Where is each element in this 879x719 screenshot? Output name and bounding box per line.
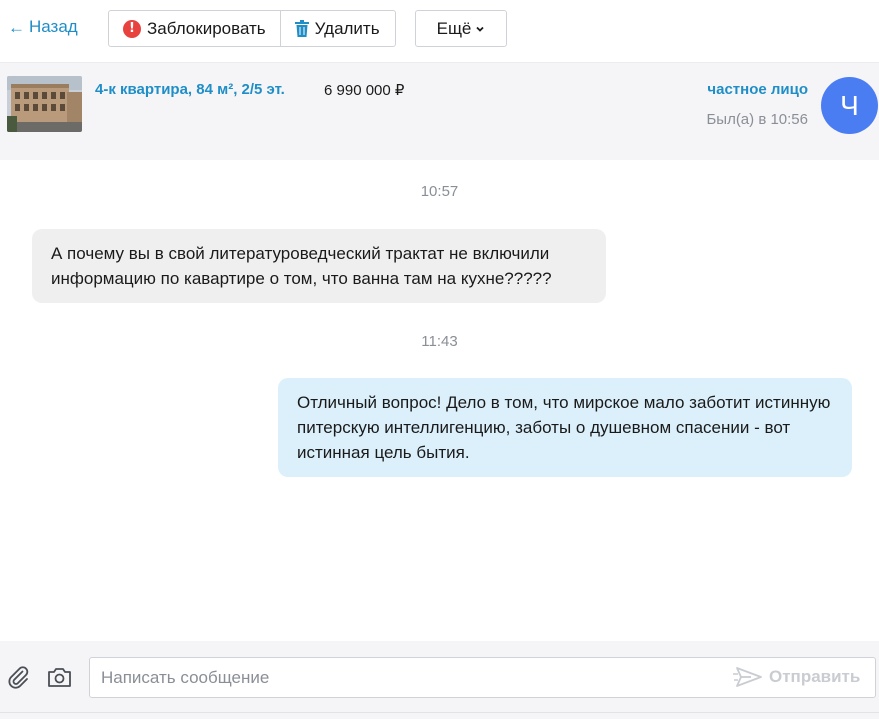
- send-button[interactable]: Отправить: [733, 666, 860, 688]
- send-icon: [733, 667, 762, 687]
- arrow-left-icon: ←: [8, 17, 25, 37]
- outgoing-message: Отличный вопрос! Дело в том, что мирское…: [278, 378, 852, 477]
- action-button-group: ! Заблокировать Удалить: [108, 10, 396, 47]
- incoming-message: А почему вы в свой литературоведческий т…: [32, 229, 606, 303]
- chevron-down-icon: [476, 26, 485, 32]
- block-label: Заблокировать: [147, 18, 266, 38]
- divider: [0, 712, 879, 713]
- more-label: Ещё: [436, 18, 472, 38]
- listing-thumbnail[interactable]: [7, 76, 82, 132]
- listing-header: 4-к квартира, 84 м², 2/5 эт. 6 990 000 ₽…: [0, 62, 879, 160]
- last-seen-status: Был(а) в 10:56: [706, 111, 808, 128]
- block-button[interactable]: ! Заблокировать: [109, 11, 280, 46]
- paperclip-icon[interactable]: [6, 665, 30, 689]
- camera-icon[interactable]: [47, 666, 72, 688]
- message-timestamp: 10:57: [420, 183, 459, 200]
- back-label: Назад: [29, 17, 78, 36]
- delete-label: Удалить: [314, 18, 380, 38]
- seller-type-link[interactable]: частное лицо: [707, 81, 808, 98]
- message-timestamp: 11:43: [421, 333, 458, 350]
- top-toolbar: ← Назад ! Заблокировать Удалить Ещё: [0, 0, 879, 62]
- block-icon: !: [123, 19, 141, 38]
- trash-icon: [294, 20, 309, 37]
- listing-title-link[interactable]: 4-к квартира, 84 м², 2/5 эт.: [95, 81, 285, 98]
- more-button[interactable]: Ещё: [415, 10, 507, 47]
- listing-price: 6 990 000 ₽: [324, 82, 405, 99]
- send-label: Отправить: [769, 667, 861, 686]
- back-link[interactable]: ← Назад: [8, 17, 78, 37]
- delete-button[interactable]: Удалить: [279, 11, 395, 46]
- avatar[interactable]: Ч: [821, 77, 878, 134]
